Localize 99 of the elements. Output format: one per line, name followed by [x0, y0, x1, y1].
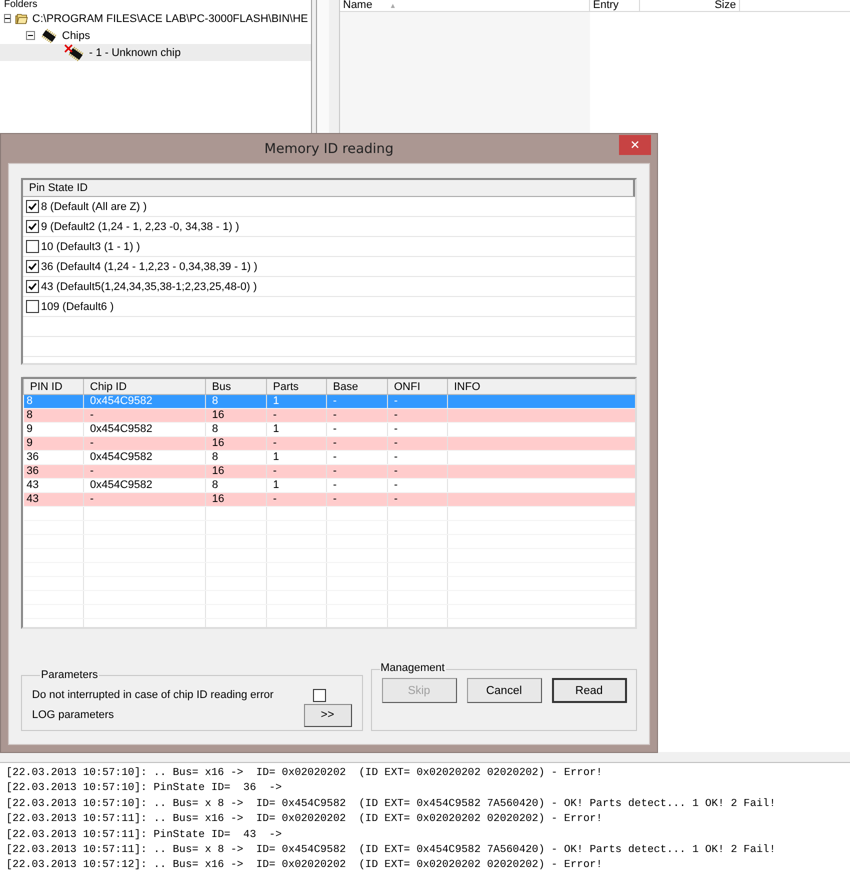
table-cell: 8 — [212, 395, 218, 407]
tree-item[interactable]: Chips — [0, 27, 311, 44]
table-cell: 1 — [273, 451, 280, 463]
table-cell: - — [394, 451, 398, 463]
pin-state-label: 8 (Default (All are Z) ) — [41, 200, 147, 212]
column-header[interactable]: Entry — [590, 0, 640, 11]
table-cell: - — [90, 465, 94, 477]
log-parameters-button[interactable]: >> — [304, 704, 352, 726]
column-header[interactable]: INFO — [448, 379, 635, 394]
table-cell: 9 — [26, 423, 33, 435]
chip-icon — [39, 28, 59, 44]
group-title: Parameters — [40, 669, 99, 681]
table-cell: 8 — [212, 479, 218, 491]
dialog-title: Memory ID reading — [264, 140, 394, 156]
table-cell: - — [394, 493, 398, 505]
column-header[interactable]: PIN ID — [24, 379, 84, 394]
pin-state-label: 109 (Default6 ) — [41, 300, 114, 312]
log-line: [22.03.2013 10:57:12]: .. Bus= x16 -> ID= 0x02020202 (ID EXT= 0x02020202 02020202) - Error! — [6, 858, 602, 874]
column-header[interactable]: Chip ID — [84, 379, 206, 394]
table-row[interactable]: 8 - 16 - - - — [24, 408, 635, 422]
table-cell: 8 — [212, 451, 218, 463]
table-row[interactable]: 36 - 16 - - - — [24, 464, 635, 478]
pin-state-label: 36 (Default4 (1,24 - 1,2,23 - 0,34,38,39 - 1) ) — [41, 260, 258, 272]
table-cell: - — [273, 493, 277, 505]
table-cell: 36 — [26, 451, 39, 463]
table-cell: - — [273, 465, 277, 477]
log-line: [22.03.2013 10:57:10]: .. Bus= x 8 -> ID= 0x454C9582 (ID EXT= 0x454C9582 7A560420) - OK! Parts detect... 1 OK! 2 Fail! — [6, 796, 776, 812]
pin-state-label: 10 (Default3 (1 - 1) ) — [41, 240, 140, 252]
table-cell: - — [333, 451, 337, 463]
table-cell: - — [273, 409, 277, 421]
table-cell: 43 — [26, 479, 39, 491]
checkbox[interactable] — [26, 240, 39, 253]
table-cell: 1 — [273, 395, 280, 407]
table-cell: 0x454C9582 — [90, 451, 152, 463]
table-cell: 9 — [26, 437, 33, 449]
collapse-icon[interactable] — [26, 31, 35, 40]
table-cell: - — [333, 479, 337, 491]
collapse-icon[interactable] — [4, 14, 12, 23]
table-cell: - — [333, 423, 337, 435]
option-label: LOG parameters — [32, 709, 114, 721]
table-cell: 16 — [212, 493, 224, 505]
column-header[interactable]: Base — [326, 379, 388, 394]
close-button[interactable]: ✕ — [619, 135, 651, 155]
checkbox[interactable] — [26, 260, 39, 273]
table-cell: 16 — [212, 409, 224, 421]
table-cell: - — [394, 395, 398, 407]
checkbox[interactable] — [26, 280, 39, 293]
pin-state-label: 9 (Default2 (1,24 - 1, 2,23 -0, 34,38 - 1) ) — [41, 220, 240, 232]
group-title: Management — [380, 662, 446, 674]
table-cell: 1 — [273, 423, 280, 435]
column-header[interactable]: ONFI — [388, 379, 448, 394]
table-cell: 16 — [212, 437, 224, 449]
table-cell: - — [333, 437, 337, 449]
table-cell: - — [333, 493, 337, 505]
table-cell: 0x454C9582 — [90, 395, 152, 407]
table-cell: 0x454C9582 — [90, 479, 152, 491]
table-cell: 8 — [212, 423, 218, 435]
table-cell: 8 — [26, 409, 33, 421]
column-header[interactable]: Parts — [266, 379, 326, 394]
tree-item[interactable]: C:\PROGRAM FILES\ACE LAB\PC-3000FLASH\BIN\HE — [0, 10, 311, 27]
column-header[interactable]: Size — [640, 0, 740, 11]
table-cell: - — [90, 409, 94, 421]
table-row[interactable]: 43 - 16 - - - — [24, 492, 635, 506]
table-cell: - — [90, 493, 94, 505]
table-cell: - — [90, 437, 94, 449]
log-line: [22.03.2013 10:57:10]: PinState ID= 36 -> — [6, 781, 282, 796]
log-line: [22.03.2013 10:57:11]: .. Bus= x 8 -> ID= 0x454C9582 (ID EXT= 0x454C9582 7A560420) - OK! Parts detect... 1 OK! 2 Fail! — [6, 843, 776, 858]
chip-error-icon — [64, 44, 86, 62]
table-cell: - — [394, 437, 398, 449]
table-cell: 0x454C9582 — [90, 423, 152, 435]
checkbox[interactable] — [26, 220, 39, 233]
dialog-button[interactable]: Cancel — [466, 678, 542, 703]
log-line: [22.03.2013 10:57:10]: .. Bus= x16 -> ID= 0x02020202 (ID EXT= 0x02020202 02020202) - Error! — [6, 766, 602, 781]
checkbox[interactable] — [26, 300, 39, 313]
tree-item[interactable]: - 1 - Unknown chip — [0, 44, 311, 61]
log-line: [22.03.2013 10:57:11]: PinState ID= 43 -> — [6, 828, 282, 843]
checkbox[interactable] — [312, 688, 326, 702]
table-row[interactable]: 9 - 16 - - - — [24, 436, 635, 450]
table-cell: 1 — [273, 479, 280, 491]
table-cell: - — [333, 395, 337, 407]
table-cell: - — [333, 409, 337, 421]
table-cell: - — [333, 465, 337, 477]
table-cell: - — [394, 423, 398, 435]
pin-state-label: 43 (Default5(1,24,34,35,38-1;2,23,25,48-0) ) — [41, 280, 257, 292]
table-cell: - — [394, 409, 398, 421]
dialog-button[interactable]: Read — [552, 678, 627, 703]
table-cell: - — [394, 479, 398, 491]
panel-title: Folders — [3, 0, 38, 10]
table-cell: - — [273, 437, 277, 449]
table-cell: 8 — [26, 395, 33, 407]
checkbox[interactable] — [26, 200, 39, 213]
table-cell: - — [394, 465, 398, 477]
log-line: [22.03.2013 10:57:11]: .. Bus= x16 -> ID= 0x02020202 (ID EXT= 0x02020202 02020202) - Error! — [6, 812, 602, 828]
option-label: Do not interrupted in case of chip ID reading error — [32, 689, 274, 701]
table-cell: 36 — [26, 465, 39, 477]
table-cell: 43 — [26, 493, 39, 505]
table-cell: 16 — [212, 465, 224, 477]
column-header[interactable]: Pin State ID — [23, 180, 635, 197]
column-header[interactable]: Bus — [206, 379, 266, 394]
